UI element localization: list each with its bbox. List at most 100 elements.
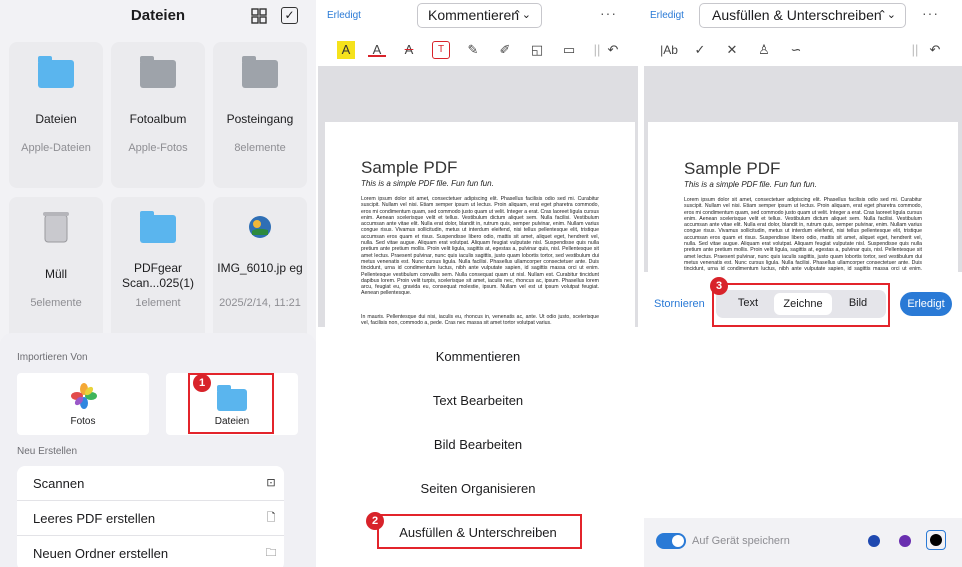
step-badge-3: 3	[710, 277, 728, 295]
doc-body-2: In mauris. Pellentesque dui nisi, iaculi…	[361, 314, 599, 327]
tile-name: PDFgear Scan...025(1)	[121, 261, 195, 290]
select-icon[interactable]: ✓	[281, 7, 298, 24]
mode-selector[interactable]: Kommentieren ⌃⌄	[417, 3, 542, 28]
tile-fotoalbum[interactable]: Fotoalbum Apple-Fotos	[111, 42, 205, 188]
chevron-updown-icon: ⌃⌄	[512, 9, 531, 21]
underline-tool-icon[interactable]: A	[368, 41, 386, 57]
doc-body: Lorem ipsum dolor sit amet, consectetuer…	[684, 197, 922, 272]
pencil-tool-icon[interactable]: ✎	[464, 41, 482, 59]
create-list: Scannen ⊡ Leeres PDF erstellen 🗋 Neuen O…	[17, 466, 284, 567]
folder-icon	[140, 211, 176, 243]
list-item-label: Scannen	[33, 476, 85, 491]
list-item-leeres-pdf[interactable]: Leeres PDF erstellen 🗋	[17, 501, 284, 536]
textbox-tool-icon[interactable]: T	[432, 41, 450, 59]
mode-label: Ausfüllen & Unterschreiben	[712, 7, 882, 23]
tile-posteingang[interactable]: Posteingang 8elemente	[213, 42, 307, 188]
tile-sub: 1element	[135, 297, 181, 309]
import-fotos-button[interactable]: Fotos	[17, 373, 149, 435]
menu-item-kommentieren[interactable]: Kommentieren	[318, 349, 638, 364]
photos-icon	[71, 383, 97, 409]
more-button[interactable]: ···	[600, 5, 617, 21]
comment-panel: Erledigt Kommentieren ⌃⌄ ··· A A A T ✎ ✐…	[318, 0, 638, 567]
tile-name: Dateien	[35, 112, 77, 126]
navbar: Erledigt Kommentieren ⌃⌄ ···	[318, 0, 638, 34]
grid-view-icon[interactable]	[251, 8, 267, 24]
checkmark-tool-icon[interactable]: ✓	[691, 41, 709, 59]
tutorial-collage: Dateien ✓ Dateien Apple-Dateien Fotoalbu…	[0, 0, 962, 567]
new-section-label: Neu Erstellen	[17, 446, 78, 457]
mode-label: Kommentieren	[428, 7, 520, 23]
color-swatch-black[interactable]	[930, 534, 942, 546]
undo-icon[interactable]: ↶	[926, 41, 944, 59]
color-swatch-blue[interactable]	[868, 535, 880, 547]
scan-icon: ⊡	[266, 477, 276, 489]
cancel-button[interactable]: Stornieren	[654, 298, 705, 310]
doc-title: Sample PDF	[684, 159, 781, 178]
doc-title: Sample PDF	[361, 158, 458, 177]
doc-subtitle: This is a simple PDF file. Fun fun fun.	[361, 179, 494, 188]
done-button[interactable]: Erledigt	[650, 10, 684, 21]
import-sheet: Importieren Von Fotos Dateien Neu Erstel…	[0, 333, 316, 567]
text-field-tool-icon[interactable]: |Ab	[657, 41, 681, 59]
menu-item-text-bearbeiten[interactable]: Text Bearbeiten	[318, 393, 638, 408]
save-on-device-label: Auf Gerät speichern	[692, 535, 790, 547]
list-item-neuer-ordner[interactable]: Neuen Ordner erstellen 🗀	[17, 536, 284, 567]
tile-name: Posteingang	[226, 112, 294, 126]
chevron-updown-icon: ⌃⌄	[877, 9, 896, 21]
import-section-label: Importieren Von	[17, 352, 88, 363]
doc-body: Lorem ipsum dolor sit amet, consectetuer…	[361, 196, 599, 297]
highlight-tool-icon[interactable]: A	[337, 41, 355, 59]
navbar: Erledigt Ausfüllen & Unterschreiben ⌃⌄ ·…	[644, 0, 962, 34]
step-badge-1: 1	[193, 374, 211, 392]
header: Dateien ✓	[0, 0, 316, 34]
new-document-icon: 🗋	[266, 512, 276, 524]
tile-name: IMG_6010.jp eg	[217, 261, 303, 275]
step-badge-2: 2	[366, 512, 384, 530]
tile-img[interactable]: IMG_6010.jp eg 2025/2/14, 11:21	[213, 197, 307, 343]
new-folder-icon: 🗀	[265, 547, 277, 559]
menu-item-bild-bearbeiten[interactable]: Bild Bearbeiten	[318, 437, 638, 452]
doc-subtitle: This is a simple PDF file. Fun fun fun.	[684, 180, 817, 189]
trash-icon	[43, 212, 69, 243]
files-panel: Dateien ✓ Dateien Apple-Dateien Fotoalbu…	[0, 0, 316, 567]
tile-name: Fotoalbum	[129, 112, 187, 126]
more-button[interactable]: ···	[922, 5, 939, 21]
drawing-footer: Auf Gerät speichern	[644, 518, 962, 567]
undo-icon[interactable]: ↶	[604, 41, 622, 59]
pdf-page: Sample PDF This is a simple PDF file. Fu…	[648, 122, 958, 272]
stamp-tool-icon[interactable]: ♙	[755, 41, 773, 59]
menu-item-seiten-organisieren[interactable]: Seiten Organisieren	[318, 481, 638, 496]
save-on-device-toggle[interactable]	[656, 533, 686, 549]
sign-panel: Erledigt Ausfüllen & Unterschreiben ⌃⌄ ·…	[644, 0, 962, 567]
mode-selector[interactable]: Ausfüllen & Unterschreiben ⌃⌄	[699, 3, 906, 28]
image-thumbnail-icon	[249, 216, 271, 238]
done-pill-button[interactable]: Erledigt	[900, 292, 952, 316]
tile-sub: Apple-Fotos	[128, 142, 188, 154]
done-button[interactable]: Erledigt	[327, 10, 361, 21]
tile-sub: 8elemente	[234, 142, 286, 154]
list-item-label: Leeres PDF erstellen	[33, 511, 156, 526]
tile-muell[interactable]: Müll 5elemente	[9, 197, 103, 343]
marker-tool-icon[interactable]: ✐	[496, 41, 514, 59]
shapes-tool-icon[interactable]: ◱	[528, 41, 546, 59]
strikethrough-tool-icon[interactable]: A	[400, 41, 418, 59]
document-canvas: Sample PDF This is a simple PDF file. Fu…	[644, 66, 962, 272]
note-tool-icon[interactable]: ▭	[560, 41, 578, 59]
import-fotos-label: Fotos	[70, 416, 96, 427]
tile-dateien[interactable]: Dateien Apple-Dateien	[9, 42, 103, 188]
tile-pdfgear-scan[interactable]: PDFgear Scan...025(1) 1element	[111, 197, 205, 343]
highlight-segmented	[712, 283, 890, 327]
highlight-ausfuellen	[377, 514, 582, 549]
tile-sub: 2025/2/14, 11:21	[219, 297, 301, 309]
cross-tool-icon[interactable]: ✕	[723, 41, 741, 59]
tile-sub: 5elemente	[30, 297, 82, 309]
page-title: Dateien	[130, 7, 186, 24]
color-swatch-purple[interactable]	[899, 535, 911, 547]
tile-sub: Apple-Dateien	[21, 142, 91, 154]
document-canvas: Sample PDF This is a simple PDF file. Fu…	[318, 66, 638, 327]
list-item-scannen[interactable]: Scannen ⊡	[17, 466, 284, 501]
signature-tool-icon[interactable]: ∽	[787, 41, 805, 59]
tile-name: Müll	[44, 267, 67, 281]
list-item-label: Neuen Ordner erstellen	[33, 546, 169, 561]
fill-sign-toolbar: |Ab ✓ ✕ ♙ ∽ || ↶	[644, 34, 962, 66]
